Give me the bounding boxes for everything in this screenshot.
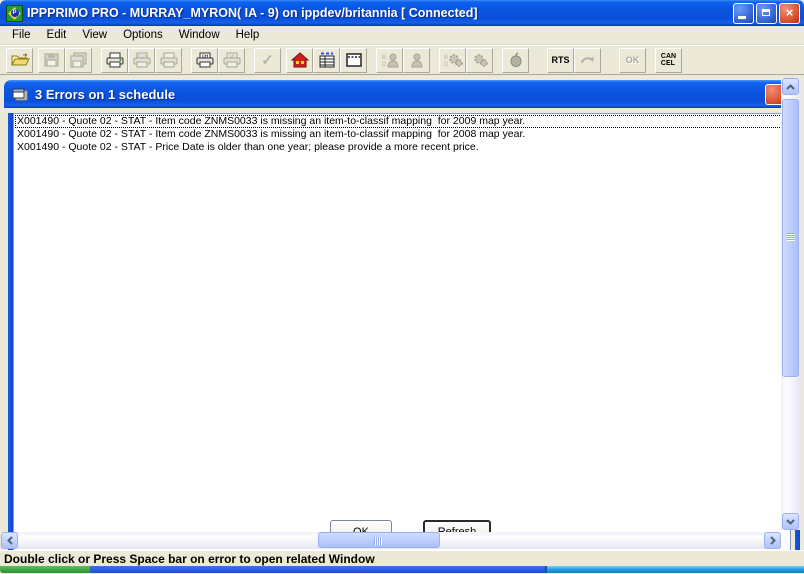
user-schedule-icon: B D [382,53,399,68]
vertical-scroll-thumb[interactable] [782,99,799,377]
print-sr-icon: SR [223,52,240,68]
scroll-grip [787,233,795,241]
toolbar-ok-button[interactable]: OK [619,47,646,73]
restore-icon [762,8,770,16]
print-fch-button[interactable]: FCH [128,47,155,73]
user-icon [410,53,423,68]
error-window-title: 3 Errors on 1 schedule [35,86,176,102]
gears-schedule-button[interactable]: B D [439,47,466,73]
scroll-down-button[interactable] [782,513,799,530]
horizontal-scroll-thumb[interactable] [318,532,440,548]
error-list-item[interactable]: X001490 - Quote 02 - STAT - Item code ZN… [15,115,790,128]
print-icon [106,52,123,68]
minimize-button[interactable] [733,2,754,24]
save-icon [44,53,58,67]
horizontal-scrollbar[interactable] [1,532,781,549]
taskbar [0,566,804,573]
menu-file[interactable]: File [4,27,39,43]
user-button[interactable] [403,47,430,73]
toolbar-ok-label: OK [625,55,640,65]
toolbar-cancel-button[interactable]: CAN CEL [655,47,682,73]
schedule-grid-icon [319,52,334,68]
window-title: IPPPRIMO PRO - MURRAY_MYRON( IA - 9) on … [27,6,478,20]
validate-button[interactable]: ✓ [254,47,281,73]
home-button[interactable] [286,47,313,73]
gears-icon [473,54,488,67]
menu-edit[interactable]: Edit [39,27,75,43]
scroll-grip [374,537,382,545]
chevron-left-icon [6,536,13,545]
app-window: P IPPPRIMO PRO - MURRAY_MYRON( IA - 9) o… [0,0,804,574]
print-fch-icon: FCH [133,52,150,68]
error-list: X001490 - Quote 02 - STAT - Item code ZN… [14,114,790,154]
taskbar-strip [90,566,545,573]
save-button[interactable] [38,47,65,73]
print-button[interactable] [101,47,128,73]
save-all-button[interactable] [65,47,92,73]
svg-text:D: D [444,62,449,68]
toolbar: FCH CH SR ✓ B D B D RTS OK CAN CEL [0,45,804,75]
error-window-icon [12,88,28,101]
title-bar: P IPPPRIMO PRO - MURRAY_MYRON( IA - 9) o… [0,0,804,26]
window-form-icon [345,53,362,67]
close-icon: × [785,4,794,20]
rts-button[interactable]: RTS [547,47,574,73]
status-text: Double click or Press Space bar on error… [4,552,375,566]
open-button[interactable] [6,47,33,73]
print-ch-icon: CH [196,52,213,68]
svg-text:D: D [382,62,387,68]
status-bar: Double click or Press Space bar on error… [0,550,804,566]
save-all-icon [70,52,86,68]
pepper-icon [509,52,522,68]
redo-button[interactable] [574,47,601,73]
redo-icon [580,57,594,64]
mdi-client-area: 3 Errors on 1 schedule X001490 - Quote 0… [0,75,804,550]
menu-options[interactable]: Options [115,27,171,43]
print-batch-button[interactable] [155,47,182,73]
home-icon [290,52,309,68]
window-form-button[interactable] [340,47,367,73]
chevron-up-icon [786,83,795,90]
print-ch-button[interactable]: CH [191,47,218,73]
vertical-scrollbar[interactable] [781,78,801,530]
menu-view[interactable]: View [74,27,115,43]
schedule-grid-button[interactable] [313,47,340,73]
error-window-body: X001490 - Quote 02 - STAT - Item code ZN… [13,113,791,550]
error-window: 3 Errors on 1 schedule X001490 - Quote 0… [4,80,800,550]
menu-window[interactable]: Window [171,27,228,43]
taskbar-window-button[interactable] [545,566,804,573]
gears-button[interactable] [466,47,493,73]
user-schedule-button[interactable]: B D [376,47,403,73]
menu-help[interactable]: Help [228,27,268,43]
error-window-title-bar: 3 Errors on 1 schedule [4,80,800,108]
toolbar-cancel-label: CAN CEL [660,53,677,67]
svg-text:B: B [444,55,448,61]
minimize-icon [738,15,746,19]
app-logo-icon: P [6,4,23,22]
pepper-button[interactable] [502,47,529,73]
print-batch-icon [160,52,177,68]
print-sr-button[interactable]: SR [218,47,245,73]
gears-schedule-icon: B D [444,54,463,68]
menu-bar: File Edit View Options Window Help [0,26,804,45]
scroll-right-button[interactable] [764,532,781,549]
scroll-left-button[interactable] [1,532,18,549]
chevron-right-icon [769,536,776,545]
restore-button[interactable] [756,2,777,24]
open-folder-icon [10,53,30,66]
error-list-item[interactable]: X001490 - Quote 02 - STAT - Item code ZN… [15,128,790,141]
rts-label: RTS [551,55,570,65]
scroll-up-button[interactable] [782,78,799,95]
chevron-down-icon [786,518,795,525]
close-button[interactable]: × [779,2,800,24]
svg-text:B: B [382,55,386,61]
validate-check-icon: ✓ [261,52,274,69]
error-list-item[interactable]: X001490 - Quote 02 - STAT - Price Date i… [15,141,790,154]
start-button[interactable] [0,566,90,573]
